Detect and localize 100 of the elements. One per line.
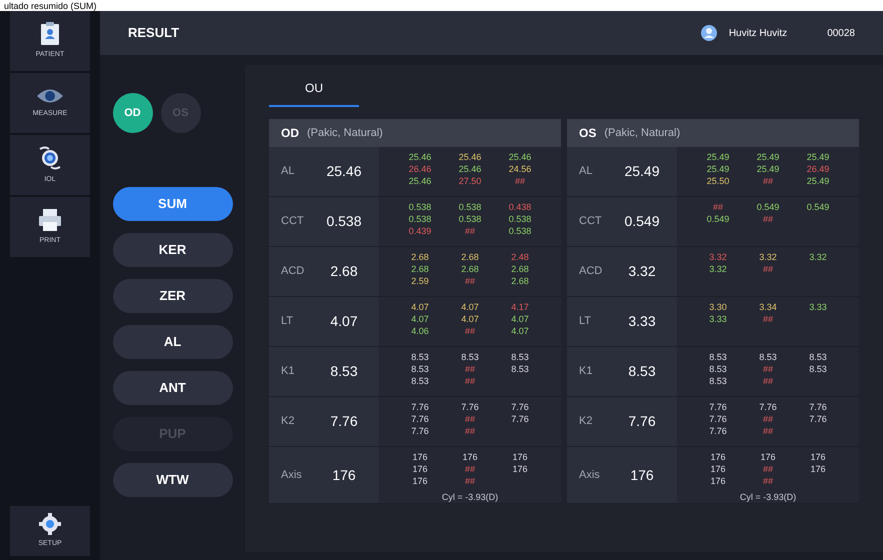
mode-button[interactable]: KER	[112, 233, 232, 267]
mode-button[interactable]: WTW	[112, 463, 232, 497]
reading-value: 7.76	[809, 413, 827, 425]
reading-value: 176	[412, 463, 428, 475]
reading-value: 176	[412, 451, 428, 463]
reading-value: 176	[462, 451, 478, 463]
reading-value: ##	[464, 425, 475, 437]
row-label: CCT	[280, 214, 305, 230]
reading-value: 8.53	[411, 363, 429, 375]
reading-value: 25.46	[458, 163, 482, 175]
reading-value: 3.32	[709, 263, 727, 275]
reading-value: 8.53	[759, 351, 777, 363]
reading-value: 25.46	[508, 151, 532, 163]
reading-value: ##	[762, 363, 773, 375]
reading-value: ##	[762, 463, 773, 475]
eye-icon	[36, 86, 64, 105]
reading-value: 27.50	[458, 175, 482, 187]
reading-value: 0.549	[806, 201, 830, 213]
reading-value: 0.538	[508, 213, 532, 225]
row-label: LT	[578, 314, 592, 330]
eye-label: OS	[579, 125, 596, 142]
reading-value: 8.53	[511, 363, 529, 375]
row-label: LT	[280, 314, 294, 330]
reading-value: 4.07	[411, 301, 429, 313]
row-label: ACD	[578, 264, 604, 280]
reading-value: 8.53	[511, 351, 529, 363]
reading-value: 176	[710, 463, 726, 475]
mode-button[interactable]: SUM	[112, 187, 232, 221]
reading-value: 0.538	[458, 213, 482, 225]
reading-value: 25.49	[806, 151, 830, 163]
reading-value: 3.32	[709, 251, 727, 263]
reading-value: ##	[464, 325, 475, 337]
row-label: Axis	[280, 468, 303, 483]
reading-value: 8.53	[709, 375, 727, 387]
reading-value: ##	[464, 363, 475, 375]
reading-value: 176	[810, 451, 826, 463]
reading-value: 4.07	[461, 301, 479, 313]
row-value: 176	[331, 466, 357, 484]
reading-value: ##	[762, 475, 773, 487]
reading-value: 25.49	[756, 151, 780, 163]
reading-value: 8.53	[411, 351, 429, 363]
reading-value: ##	[464, 413, 475, 425]
printer-icon	[38, 208, 62, 232]
reading-value: 7.76	[709, 401, 727, 413]
reading-value: ##	[762, 213, 773, 225]
mode-button[interactable]: ANT	[112, 371, 232, 405]
reading-value: 2.59	[411, 275, 429, 287]
row-value: 8.53	[627, 362, 657, 381]
clipboard-icon	[40, 22, 60, 46]
reading-value: ##	[464, 375, 475, 387]
row-label: K1	[280, 364, 296, 380]
eye-label: OD	[281, 125, 299, 142]
lens-icon	[37, 144, 63, 171]
reading-value: 25.49	[806, 175, 830, 187]
user-name: Huvitz Huvitz	[728, 26, 788, 40]
reading-value: 24.56	[508, 163, 532, 175]
reading-value: 0.538	[458, 201, 482, 213]
reading-value: 176	[412, 475, 428, 487]
row-label: K1	[578, 364, 594, 380]
row-value: 7.76	[627, 412, 657, 431]
row-label: AL	[280, 164, 296, 180]
reading-value: 8.53	[809, 363, 827, 375]
reading-value: 25.46	[408, 151, 432, 163]
row-value: 0.549	[623, 212, 661, 231]
caption: ultado resumido (SUM)	[4, 0, 97, 10]
reading-value: ##	[762, 425, 773, 437]
reading-value: 3.34	[759, 301, 777, 313]
reading-value: 3.32	[809, 251, 827, 263]
reading-value: 4.07	[461, 313, 479, 325]
reading-value: 8.53	[809, 351, 827, 363]
reading-value: ##	[762, 263, 773, 275]
row-label: Axis	[578, 468, 601, 483]
reading-value: 0.549	[756, 201, 780, 213]
reading-value: 7.76	[411, 425, 429, 437]
reading-value: 2.68	[411, 251, 429, 263]
reading-value: 3.32	[759, 251, 777, 263]
row-label: CCT	[578, 214, 603, 230]
reading-value: 2.68	[461, 251, 479, 263]
reading-value: ##	[514, 175, 525, 187]
reading-value: 0.439	[408, 225, 432, 237]
row-label: K2	[578, 414, 594, 430]
mode-button[interactable]: AL	[112, 325, 232, 359]
reading-value: ##	[464, 225, 475, 237]
reading-value: 176	[710, 475, 726, 487]
reading-value: ##	[464, 275, 475, 287]
reading-value: 7.76	[709, 425, 727, 437]
user-avatar-icon	[700, 25, 717, 41]
condition-label: (Pakic, Natural)	[307, 126, 383, 141]
cyl-note: Cyl = -3.93(D)	[738, 491, 798, 504]
reading-value: 0.549	[706, 213, 730, 225]
reading-value: 25.46	[458, 151, 482, 163]
tab[interactable]: OU	[269, 71, 359, 107]
row-value: 3.33	[627, 312, 657, 331]
reading-value: 0.538	[408, 213, 432, 225]
row-value: 25.49	[623, 162, 661, 181]
reading-value: 0.538	[408, 201, 432, 213]
mode-button[interactable]: ZER	[112, 279, 232, 313]
reading-value: 7.76	[809, 401, 827, 413]
row-value: 176	[629, 466, 655, 484]
reading-value: ##	[762, 175, 773, 187]
